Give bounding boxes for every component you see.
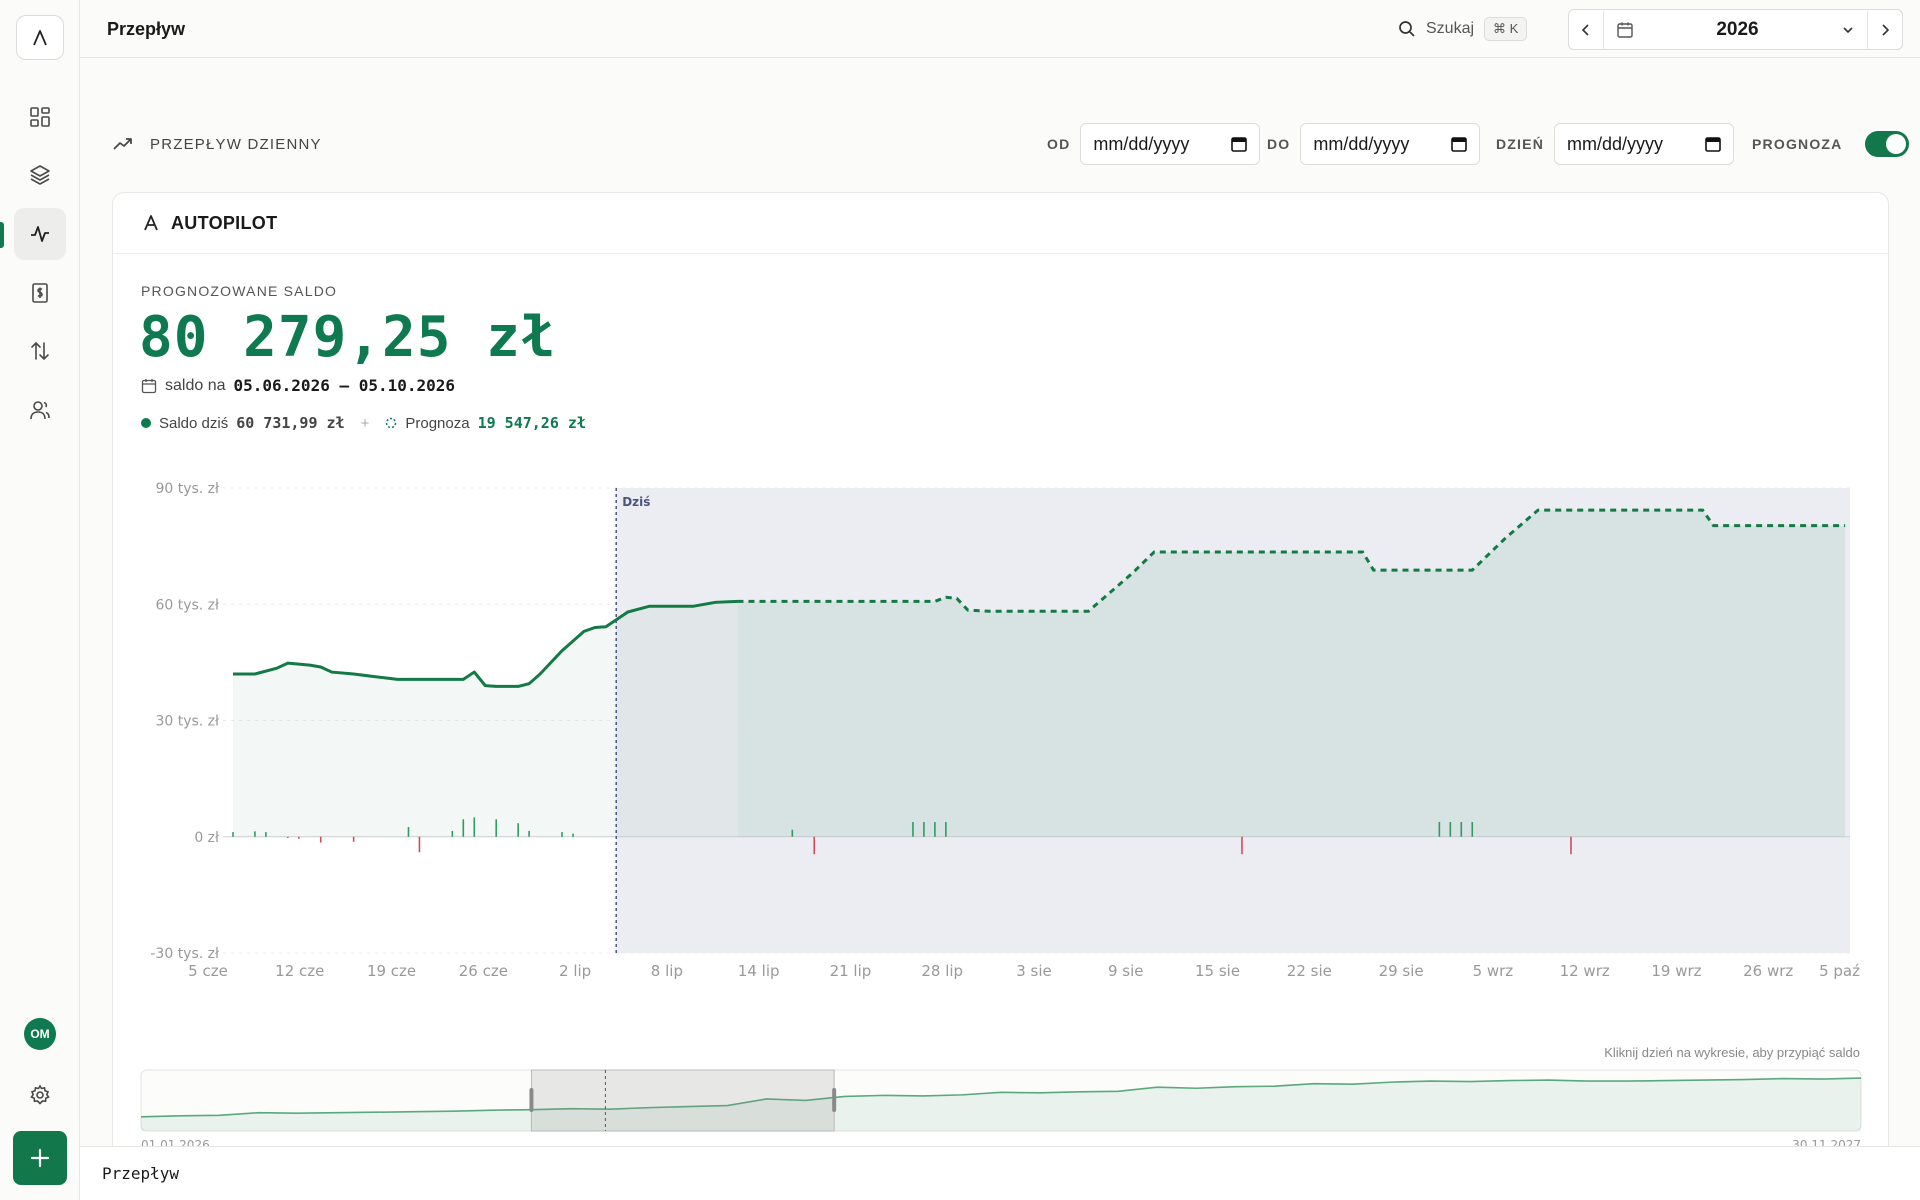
autopilot-logo-icon — [33, 29, 47, 45]
calendar-icon — [1617, 22, 1633, 38]
x-tick-label: 2 lip — [559, 962, 591, 980]
year-value: 2026 — [1716, 18, 1759, 40]
x-tick-label: 22 sie — [1287, 962, 1332, 980]
search-label: Szukaj — [1426, 20, 1475, 37]
app-logo-button[interactable] — [16, 15, 64, 60]
footer-bar: Przepływ — [80, 1146, 1920, 1200]
calendar-icon — [1451, 137, 1468, 152]
add-button[interactable] — [13, 1131, 67, 1185]
x-tick-label: 21 lip — [830, 962, 872, 980]
navigator-handle-right — [832, 1088, 837, 1112]
to-label: DO — [1267, 136, 1291, 152]
chevron-down-icon — [1843, 26, 1853, 33]
x-tick-label: 3 sie — [1016, 962, 1052, 980]
forecast-toggle-label: PROGNOZA — [1752, 136, 1843, 152]
day-date-placeholder: mm/dd/yyyy — [1567, 133, 1664, 154]
x-tick-label: 8 lip — [651, 962, 683, 980]
x-tick-label: 5 cze — [188, 962, 228, 980]
autopilot-card: AUTOPILOT PROGNOZOWANE SALDO 80 279,25 z… — [112, 192, 1889, 1200]
top-bar: Przepływ Szukaj ⌘ K 2026 — [80, 0, 1920, 58]
day-date-input[interactable]: mm/dd/yyyy — [1554, 123, 1734, 165]
year-picker: 2026 — [1568, 9, 1903, 50]
sidebar-item-contacts[interactable] — [14, 384, 66, 436]
x-tick-label: 14 lip — [738, 962, 780, 980]
settings-button[interactable] — [26, 1081, 54, 1109]
section-title: PRZEPŁYW DZIENNY — [112, 133, 322, 155]
sidebar: OM — [0, 0, 80, 1200]
calendar-icon — [1705, 137, 1721, 152]
actual-area — [233, 601, 738, 837]
forecast-toggle[interactable] — [1864, 131, 1909, 157]
sidebar-item-cashflow[interactable] — [14, 208, 66, 260]
section-title-label: PRZEPŁYW DZIENNY — [150, 135, 322, 153]
x-tick-label: 26 cze — [459, 962, 508, 980]
x-tick-label: 19 wrz — [1651, 962, 1701, 980]
filter-day: DZIEŃ mm/dd/yyyy — [1496, 123, 1734, 165]
year-select[interactable]: 2026 — [1603, 9, 1868, 50]
from-date-input[interactable]: mm/dd/yyyy — [1080, 123, 1261, 165]
dashboard-icon — [30, 107, 50, 127]
search-button[interactable]: Szukaj ⌘ K — [1398, 14, 1528, 44]
y-tick-label: 90 tys. zł — [155, 481, 219, 497]
sidebar-item-dashboard[interactable] — [14, 91, 66, 143]
search-shortcut: ⌘ K — [1484, 17, 1528, 41]
x-tick-label: 28 lip — [921, 962, 963, 980]
x-tick-label: 19 cze — [367, 962, 416, 980]
x-tick-label: 5 paź — [1819, 962, 1860, 980]
footer-title: Przepływ — [102, 1164, 180, 1183]
chevron-right-icon — [1882, 23, 1890, 36]
next-year-button[interactable] — [1868, 9, 1902, 50]
page-title: Przepływ — [107, 19, 186, 39]
from-date-placeholder: mm/dd/yyyy — [1093, 133, 1190, 154]
plus-icon — [30, 1148, 50, 1168]
filter-to: DO mm/dd/yyyy — [1267, 123, 1481, 165]
navigator-window — [530, 1069, 835, 1132]
filter-from: OD mm/dd/yyyy — [1047, 123, 1261, 165]
layers-icon — [30, 165, 50, 185]
user-avatar[interactable]: OM — [24, 1018, 56, 1050]
chevron-left-icon — [1581, 23, 1589, 36]
invoice-icon — [32, 283, 48, 303]
calendar-icon — [1231, 137, 1248, 152]
filter-forecast: PROGNOZA — [1752, 131, 1909, 157]
sidebar-item-layers[interactable] — [14, 149, 66, 201]
search-icon — [1399, 21, 1415, 37]
x-tick-label: 12 cze — [275, 962, 324, 980]
x-tick-label: 12 wrz — [1560, 962, 1610, 980]
trending-up-icon — [113, 138, 132, 150]
sidebar-item-transfers[interactable] — [14, 325, 66, 377]
activity-icon — [31, 226, 49, 242]
navigator-handle-left — [529, 1088, 534, 1112]
x-tick-label: 15 sie — [1195, 962, 1240, 980]
to-date-input[interactable]: mm/dd/yyyy — [1300, 123, 1481, 165]
transfer-icon — [31, 341, 49, 361]
y-tick-label: 60 tys. zł — [155, 597, 219, 613]
x-tick-label: 29 sie — [1379, 962, 1424, 980]
today-label: Dziś — [622, 495, 650, 509]
users-icon — [30, 401, 50, 420]
x-tick-label: 9 sie — [1108, 962, 1144, 980]
x-tick-label: 5 wrz — [1473, 962, 1514, 980]
gear-icon — [30, 1084, 50, 1105]
to-date-placeholder: mm/dd/yyyy — [1313, 133, 1410, 154]
y-tick-label: -30 tys. zł — [150, 946, 219, 962]
x-tick-label: 26 wrz — [1743, 962, 1793, 980]
sidebar-item-invoices[interactable] — [14, 267, 66, 319]
prev-year-button[interactable] — [1569, 9, 1603, 50]
y-tick-label: 0 zł — [194, 830, 219, 846]
y-tick-label: 30 tys. zł — [155, 714, 219, 730]
day-label: DZIEŃ — [1496, 136, 1544, 152]
chart-hint: Kliknij dzień na wykresie, aby przypiąć … — [1604, 1045, 1860, 1060]
active-nav-marker — [0, 222, 4, 248]
from-label: OD — [1047, 136, 1071, 152]
